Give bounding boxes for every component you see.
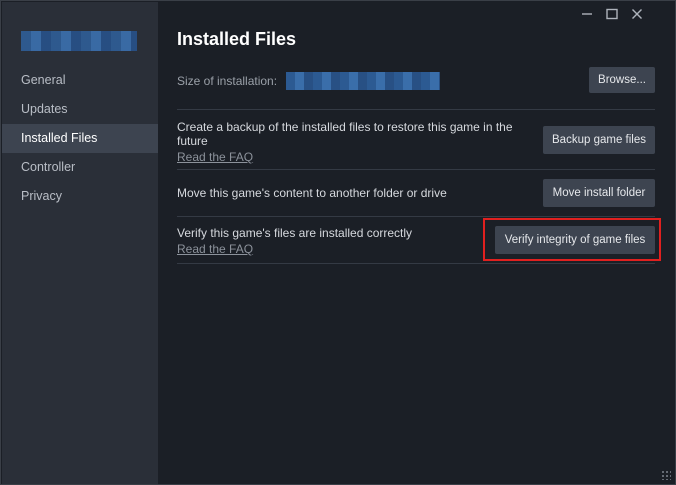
move-row: Move this game's content to another fold… <box>177 170 655 217</box>
browse-button[interactable]: Browse... <box>589 67 655 93</box>
sidebar-item-privacy[interactable]: Privacy <box>2 182 158 211</box>
backup-description: Create a backup of the installed files t… <box>177 120 513 148</box>
verify-faq-link[interactable]: Read the FAQ <box>177 242 253 256</box>
size-value-redacted <box>285 72 440 90</box>
move-install-folder-button[interactable]: Move install folder <box>543 179 655 207</box>
sidebar-item-installed-files[interactable]: Installed Files <box>2 124 158 153</box>
sidebar-item-controller[interactable]: Controller <box>2 153 158 182</box>
backup-game-files-button[interactable]: Backup game files <box>543 126 655 154</box>
resize-grip-icon[interactable] <box>661 470 671 480</box>
game-title-redacted <box>21 31 137 51</box>
sidebar-item-updates[interactable]: Updates <box>2 95 158 124</box>
backup-faq-link[interactable]: Read the FAQ <box>177 150 253 164</box>
highlight-box <box>483 218 661 261</box>
sidebar: General Updates Installed Files Controll… <box>2 2 158 484</box>
backup-row: Create a backup of the installed files t… <box>177 110 655 170</box>
properties-window: General Updates Installed Files Controll… <box>0 0 676 485</box>
size-row: Size of installation: Browse... <box>177 64 655 110</box>
move-description: Move this game's content to another fold… <box>177 186 447 200</box>
verify-description: Verify this game's files are installed c… <box>177 226 413 240</box>
size-label: Size of installation: <box>177 74 278 89</box>
page-title: Installed Files <box>177 29 297 49</box>
sidebar-nav: General Updates Installed Files Controll… <box>2 66 158 211</box>
sidebar-item-general[interactable]: General <box>2 66 158 95</box>
